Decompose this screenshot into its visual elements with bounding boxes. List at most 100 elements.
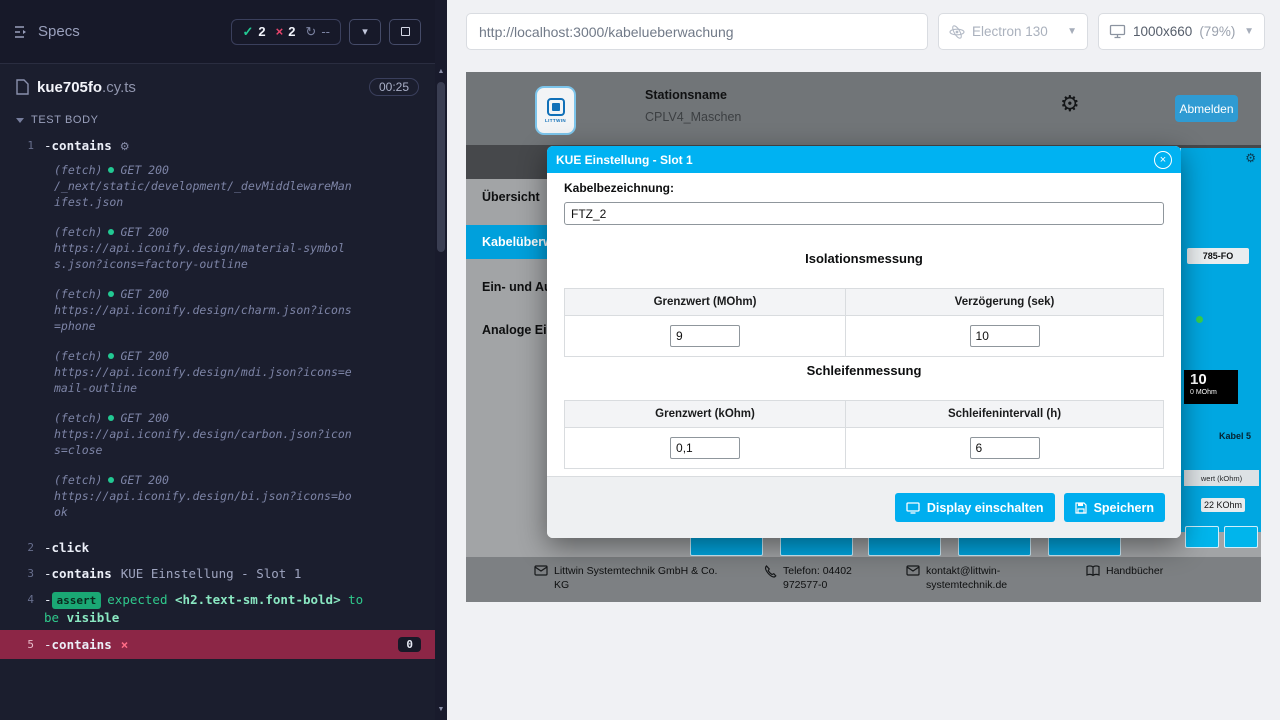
spec-title-row: kue705fo.cy.ts 00:25 bbox=[0, 64, 435, 104]
iso-col1-header: Grenzwert (MOhm) bbox=[565, 289, 846, 315]
fetch-log-2[interactable]: (fetch)GET 200 https://api.iconify.desig… bbox=[0, 224, 370, 272]
gear-icon: ⚙ bbox=[120, 140, 130, 153]
cable-label: Kabel 5 bbox=[1219, 431, 1251, 441]
browser-select[interactable]: Electron 130 ▼ bbox=[938, 13, 1088, 50]
command-name: contains bbox=[52, 566, 112, 581]
save-button[interactable]: Speichern bbox=[1064, 493, 1165, 522]
fetch-url: https://api.iconify.design/carbon.json?i… bbox=[54, 426, 356, 458]
specs-icon bbox=[14, 25, 30, 39]
station-name-label: Stationsname bbox=[645, 88, 727, 102]
book-icon bbox=[1086, 565, 1100, 577]
fetch-log-6[interactable]: (fetch)GET 200 https://api.iconify.desig… bbox=[0, 472, 370, 520]
loop-col2-header: Schleifenintervall (h) bbox=[846, 401, 1163, 427]
viewport-size: 1000x660 bbox=[1133, 24, 1192, 39]
viewport-icon bbox=[1109, 24, 1126, 39]
collapse-button[interactable]: ▾ bbox=[349, 19, 381, 45]
iso-limit-input[interactable] bbox=[670, 325, 740, 347]
logo-text: LITTWIN bbox=[545, 118, 566, 123]
specs-nav[interactable]: Specs bbox=[14, 23, 80, 40]
command-assert[interactable]: 4 assertexpected <h2.text-sm.font-bold> … bbox=[0, 586, 435, 630]
scrollbar-thumb[interactable] bbox=[437, 82, 445, 252]
stop-icon bbox=[401, 27, 410, 36]
spec-ext: .cy.ts bbox=[102, 79, 136, 96]
fetch-log-3[interactable]: (fetch)GET 200 https://api.iconify.desig… bbox=[0, 286, 370, 334]
panel-row-label: wert (kOhm) bbox=[1184, 470, 1259, 486]
slot-gear-icon[interactable]: ⚙ bbox=[1245, 151, 1256, 165]
display-on-button[interactable]: Display einschalten bbox=[895, 493, 1055, 522]
fetch-label: (fetch) bbox=[54, 162, 102, 178]
failed-icon: × bbox=[276, 24, 284, 39]
pending-count: -- bbox=[321, 24, 330, 39]
iso-delay-input[interactable] bbox=[970, 325, 1040, 347]
isolation-section-title: Isolationsmessung bbox=[547, 251, 1181, 266]
logout-button[interactable]: Abmelden bbox=[1175, 95, 1238, 122]
fetch-url: /_next/static/development/_devMiddleware… bbox=[54, 178, 356, 210]
status-dot-icon bbox=[108, 291, 114, 297]
fetch-url: https://api.iconify.design/mdi.json?icon… bbox=[54, 364, 356, 396]
command-contains-1[interactable]: 1 contains⚙ bbox=[0, 132, 435, 159]
fetch-log-1[interactable]: (fetch) GET 200 /_next/static/development… bbox=[0, 162, 370, 210]
status-dot-icon bbox=[108, 415, 114, 421]
app-header: LITTWIN Stationsname CPLV4_Maschen ⚙ Abm… bbox=[466, 72, 1261, 145]
phone-text: Telefon: 04402 972577-0 bbox=[783, 564, 889, 592]
fetch-url: https://api.iconify.design/charm.json?ic… bbox=[54, 302, 356, 334]
command-number: 5 bbox=[0, 636, 44, 653]
spec-file-icon bbox=[16, 79, 29, 95]
manuals-link[interactable]: Handbücher bbox=[1106, 564, 1163, 578]
fetch-log-4[interactable]: (fetch)GET 200 https://api.iconify.desig… bbox=[0, 348, 370, 396]
status-dot-icon bbox=[1196, 316, 1203, 323]
command-name: click bbox=[52, 540, 90, 555]
assert-badge: assert bbox=[52, 592, 102, 609]
fetch-label: (fetch) bbox=[54, 410, 102, 426]
close-icon[interactable]: × bbox=[1154, 151, 1172, 169]
dialog-title: KUE Einstellung - Slot 1 bbox=[556, 153, 693, 167]
specs-label: Specs bbox=[38, 23, 80, 40]
chevron-down-icon: ▼ bbox=[1067, 26, 1077, 37]
loop-table: Grenzwert (kOhm) Schleifenintervall (h) bbox=[564, 400, 1164, 469]
fail-x-icon: × bbox=[121, 637, 129, 652]
command-contains-failed[interactable]: 5 contains× 0 bbox=[0, 630, 435, 659]
status-dot-icon bbox=[108, 477, 114, 483]
scroll-up-icon[interactable]: ▲ bbox=[435, 64, 447, 78]
cable-name-input[interactable] bbox=[564, 202, 1164, 225]
pending-icon: ↻ bbox=[305, 24, 316, 40]
stop-run-button[interactable] bbox=[389, 19, 421, 45]
fetch-log-5[interactable]: (fetch)GET 200 https://api.iconify.desig… bbox=[0, 410, 370, 458]
fetch-label: (fetch) bbox=[54, 224, 102, 240]
scroll-down-icon[interactable]: ▼ bbox=[435, 702, 447, 716]
sidebar-scrollbar[interactable]: ▲ ▼ bbox=[435, 0, 447, 720]
electron-icon bbox=[949, 24, 965, 40]
fetch-status: GET 200 bbox=[120, 162, 168, 178]
viewport-select[interactable]: 1000x660 (79%) ▼ bbox=[1098, 13, 1265, 50]
loop-col1-header: Grenzwert (kOhm) bbox=[565, 401, 846, 427]
test-body-toggle[interactable]: TEST BODY bbox=[0, 104, 435, 132]
command-arg: KUE Einstellung - Slot 1 bbox=[121, 566, 302, 581]
command-number: 4 bbox=[0, 591, 44, 608]
command-click[interactable]: 2 click bbox=[0, 534, 435, 560]
status-dot-icon bbox=[108, 167, 114, 173]
cable-slot-panel: ⚙ 785-FO 10 0 MOhm Kabel 5 wert (kOhm) 2… bbox=[1180, 148, 1261, 532]
fetch-label: (fetch) bbox=[54, 472, 102, 488]
phone-icon bbox=[764, 565, 777, 578]
command-number: 2 bbox=[0, 539, 44, 556]
loop-limit-input[interactable] bbox=[670, 437, 740, 459]
command-contains-2[interactable]: 3 containsKUE Einstellung - Slot 1 bbox=[0, 560, 435, 586]
slot-button[interactable] bbox=[1224, 526, 1258, 548]
browser-label: Electron 130 bbox=[972, 24, 1048, 39]
dialog-footer: Display einschalten Speichern bbox=[547, 476, 1181, 538]
url-bar[interactable]: http://localhost:3000/kabelueberwachung bbox=[466, 13, 928, 50]
slot-button[interactable] bbox=[1185, 526, 1219, 548]
display-on-label: Display einschalten bbox=[927, 501, 1044, 515]
passed-icon: ✓ bbox=[242, 24, 253, 40]
fetch-status: GET 200 bbox=[120, 286, 168, 302]
dialog-header: KUE Einstellung - Slot 1 × bbox=[547, 146, 1181, 173]
panel-row-value: 22 KOhm bbox=[1201, 498, 1245, 512]
viewport-scale: (79%) bbox=[1199, 24, 1235, 39]
fetch-status: GET 200 bbox=[120, 348, 168, 364]
passed-count: 2 bbox=[258, 24, 265, 39]
cypress-sidebar: Specs ✓ 2 × 2 ↻ -- ▾ kue705fo.cy.ts 00:25 T… bbox=[0, 0, 435, 720]
app-footer: Littwin Systemtechnik GmbH & Co. KG Tele… bbox=[466, 557, 1261, 602]
loop-interval-input[interactable] bbox=[970, 437, 1040, 459]
settings-gear-icon[interactable]: ⚙ bbox=[1060, 92, 1080, 117]
spec-name: kue705fo bbox=[37, 79, 102, 96]
